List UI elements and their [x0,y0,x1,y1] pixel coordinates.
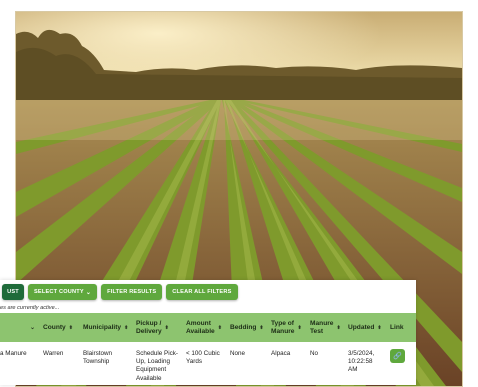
sort-icon: ⬍ [124,324,129,331]
column-header-county[interactable]: County ⬍ [43,313,73,342]
column-header-bedding[interactable]: Bedding ⬍ [230,313,264,342]
clear-all-filters-button[interactable]: CLEAR ALL FILTERS [166,284,238,300]
filter-results-button[interactable]: FILTER RESULTS [101,284,163,300]
chevron-down-icon: ⌄ [30,324,36,331]
column-header-amount-available[interactable]: Amount Available ⬍ [186,313,222,342]
sort-icon: ⬍ [68,324,73,331]
cell-type-of-manure: Alpaca [271,350,291,357]
list-view-button[interactable]: UST [2,284,24,300]
cell-amount-available: < 100 Cubic Yards [186,350,220,366]
sort-icon: ⬍ [164,324,169,331]
link-button[interactable]: 🔗 [390,349,405,363]
column-header-municipality[interactable]: Municipality ⬍ [83,313,128,342]
column-header-link: Link [390,323,404,331]
first-column-toggle[interactable]: ⌄ [30,313,35,342]
sort-icon: ⬍ [217,324,222,331]
column-header-type-of-manure[interactable]: Type of Manure ⬍ [271,313,302,342]
cell-bedding: None [230,350,246,357]
cell-county: Warren [43,350,64,357]
sort-icon: ⬍ [259,324,264,331]
sort-icon: ⬍ [377,324,382,331]
listings-panel: UST SELECT COUNTY ⌄ FILTER RESULTS CLEAR… [0,280,416,385]
table-header: ⌄ County ⬍ Municipality ⬍ Pickup / Delivery… [0,313,416,342]
column-header-manure-test[interactable]: Manure Test ⬍ [310,313,341,342]
sort-icon: ⬍ [336,324,341,331]
link-icon: 🔗 [393,353,402,360]
cell-municipality: Blairstown Township [83,350,113,366]
sort-icon: ⬍ [297,324,302,331]
cell-updated: 3/5/2024, 10:22:58 AM [348,350,375,374]
table-row: a Manure Warren Blairstown Township Sche… [0,342,416,385]
select-county-dropdown[interactable]: SELECT COUNTY ⌄ [28,284,98,300]
cell-pickup-delivery: Schedule Pick- Up, Loading Equipment Ava… [136,350,178,382]
active-filters-status: es are currently active... [0,305,60,311]
cell-name: a Manure [0,350,27,357]
chevron-down-icon: ⌄ [85,289,92,296]
column-header-pickup-delivery[interactable]: Pickup / Delivery ⬍ [136,313,169,342]
select-county-label: SELECT COUNTY [34,289,84,295]
filter-toolbar: UST SELECT COUNTY ⌄ FILTER RESULTS CLEAR… [0,282,238,302]
column-header-updated[interactable]: Updated ⬍ [348,313,382,342]
cell-manure-test: No [310,350,319,357]
